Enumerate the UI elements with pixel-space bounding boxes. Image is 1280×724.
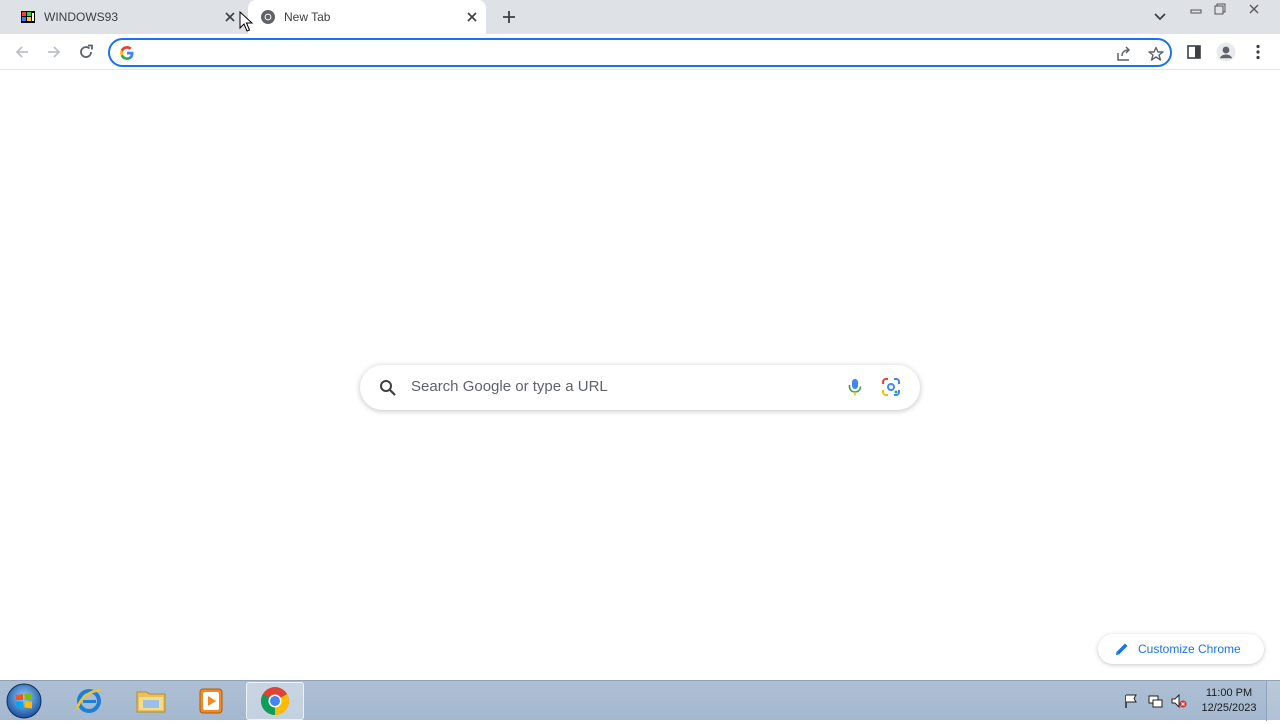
- voice-search-icon[interactable]: [844, 376, 866, 398]
- action-center-flag-icon[interactable]: [1123, 693, 1139, 709]
- close-tab-icon[interactable]: [464, 9, 480, 25]
- side-panel-button[interactable]: [1182, 40, 1206, 64]
- tab-search-button[interactable]: [1150, 7, 1170, 27]
- tab-title: WINDOWS93: [44, 10, 119, 24]
- minimize-icon: [1190, 9, 1202, 14]
- media-player-icon: [199, 688, 223, 714]
- network-icon[interactable]: [1147, 693, 1163, 709]
- browser-toolbar: [0, 34, 1280, 70]
- customize-chrome-button[interactable]: Customize Chrome: [1098, 634, 1264, 664]
- google-lens-icon[interactable]: [880, 376, 902, 398]
- clock-time: 11:00 PM: [1205, 687, 1253, 699]
- forward-arrow-icon: [48, 46, 61, 58]
- customize-chrome-label: Customize Chrome: [1138, 642, 1241, 656]
- address-input[interactable]: [142, 43, 1102, 63]
- side-panel-icon: [1187, 45, 1201, 59]
- share-icon[interactable]: [1114, 44, 1134, 64]
- plus-icon: [503, 11, 515, 23]
- back-button[interactable]: [10, 40, 34, 64]
- chrome-favicon-icon: [260, 9, 276, 25]
- bookmark-star-icon[interactable]: [1146, 44, 1166, 64]
- forward-button[interactable]: [42, 40, 66, 64]
- taskbar-chrome[interactable]: [246, 682, 304, 720]
- tab-title: New Tab: [284, 10, 331, 24]
- new-tab-button[interactable]: [498, 6, 520, 28]
- clock-date: 12/25/2023: [1201, 702, 1257, 714]
- search-icon: [378, 378, 398, 398]
- chrome-icon: [261, 687, 289, 715]
- system-clock[interactable]: 11:00 PM 12/25/2023: [1196, 686, 1262, 716]
- reload-button[interactable]: [74, 40, 98, 64]
- menu-button[interactable]: [1246, 40, 1270, 64]
- windows-logo-icon: [6, 683, 42, 719]
- restore-button[interactable]: [1209, 1, 1231, 17]
- restore-icon: [1214, 3, 1226, 15]
- avatar-icon: [1216, 42, 1236, 62]
- google-g-icon: [119, 45, 135, 61]
- close-window-button[interactable]: [1243, 1, 1265, 17]
- pencil-icon: [1114, 641, 1130, 657]
- mouse-cursor-icon: [239, 10, 254, 33]
- show-desktop-button[interactable]: [1266, 681, 1280, 721]
- start-button[interactable]: [6, 683, 42, 719]
- tab-strip: WINDOWS93 New Tab: [0, 0, 1280, 34]
- kebab-menu-icon: [1256, 44, 1260, 60]
- minimize-button[interactable]: [1185, 1, 1207, 17]
- internet-explorer-icon: [75, 689, 102, 713]
- search-placeholder: Search Google or type a URL: [411, 378, 608, 395]
- taskbar-media-player[interactable]: [182, 682, 240, 720]
- close-icon: [1249, 4, 1259, 14]
- chevron-down-icon: [1154, 13, 1166, 21]
- back-arrow-icon: [15, 46, 28, 58]
- address-bar[interactable]: [108, 38, 1172, 67]
- tab-windows93[interactable]: WINDOWS93: [8, 0, 244, 34]
- folder-icon: [136, 691, 166, 713]
- reload-icon: [80, 44, 93, 58]
- close-tab-icon[interactable]: [222, 9, 238, 25]
- windows93-favicon-icon: [20, 9, 36, 25]
- taskbar-internet-explorer[interactable]: [60, 682, 118, 720]
- volume-muted-icon[interactable]: [1171, 693, 1187, 709]
- profile-button[interactable]: [1214, 40, 1238, 64]
- ntp-search-box[interactable]: Search Google or type a URL: [360, 365, 920, 410]
- taskbar-file-explorer[interactable]: [122, 682, 180, 720]
- windows-taskbar: 11:00 PM 12/25/2023: [0, 680, 1280, 721]
- tab-new-tab[interactable]: New Tab: [248, 0, 486, 34]
